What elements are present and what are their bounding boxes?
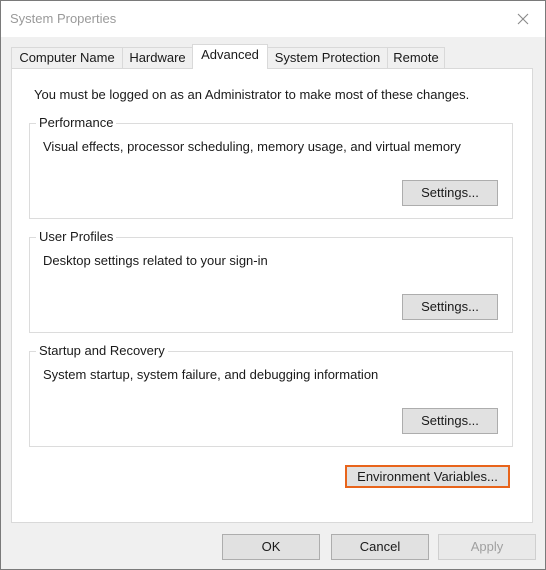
user-profiles-group: User Profiles Desktop settings related t… — [29, 229, 513, 333]
tab-computer-name[interactable]: Computer Name — [11, 47, 123, 68]
tab-system-protection[interactable]: System Protection — [267, 47, 388, 68]
environment-variables-button[interactable]: Environment Variables... — [345, 465, 510, 488]
title-bar: System Properties — [1, 1, 545, 37]
tab-hardware[interactable]: Hardware — [122, 47, 193, 68]
performance-description: Visual effects, processor scheduling, me… — [43, 139, 461, 154]
close-button[interactable] — [505, 5, 541, 33]
performance-settings-button[interactable]: Settings... — [402, 180, 498, 206]
user-profiles-settings-button[interactable]: Settings... — [402, 294, 498, 320]
user-profiles-title: User Profiles — [36, 229, 117, 244]
apply-button[interactable]: Apply — [438, 534, 536, 560]
close-icon — [517, 13, 529, 25]
startup-recovery-title: Startup and Recovery — [36, 343, 168, 358]
tab-remote[interactable]: Remote — [387, 47, 445, 68]
admin-note: You must be logged on as an Administrato… — [34, 87, 470, 102]
performance-group: Performance Visual effects, processor sc… — [29, 115, 513, 219]
startup-recovery-group: Startup and Recovery System startup, sys… — [29, 343, 513, 447]
advanced-tab-panel: You must be logged on as an Administrato… — [11, 68, 533, 523]
cancel-button[interactable]: Cancel — [331, 534, 429, 560]
startup-recovery-settings-button[interactable]: Settings... — [402, 408, 498, 434]
system-properties-window: System Properties Computer Name Hardware… — [0, 0, 546, 570]
user-profiles-description: Desktop settings related to your sign-in — [43, 253, 268, 268]
ok-button[interactable]: OK — [222, 534, 320, 560]
startup-recovery-description: System startup, system failure, and debu… — [43, 367, 379, 382]
tab-advanced[interactable]: Advanced — [192, 44, 268, 69]
performance-title: Performance — [36, 115, 117, 130]
window-title: System Properties — [10, 11, 117, 26]
